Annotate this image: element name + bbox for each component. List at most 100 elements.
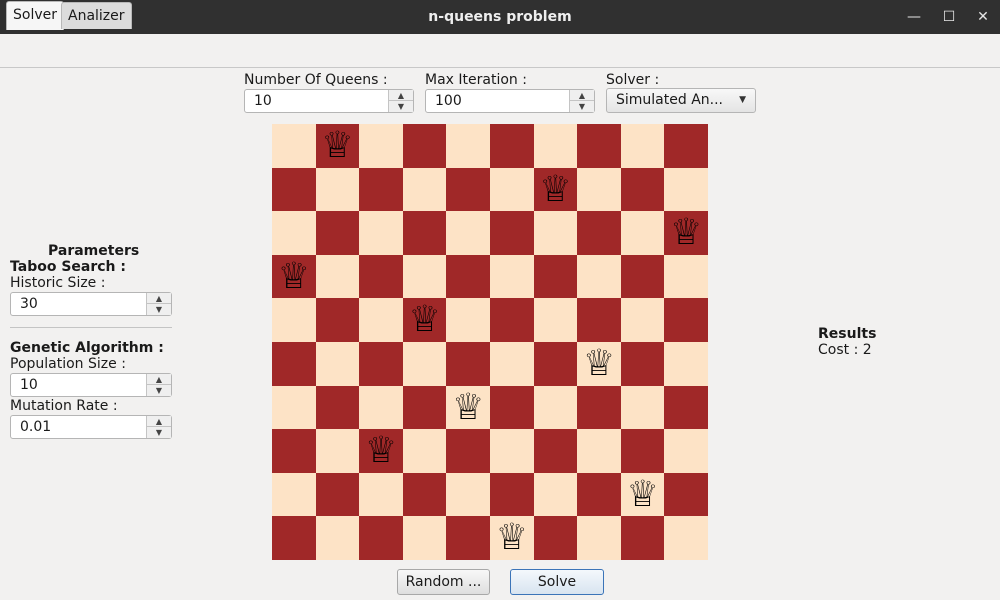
queen-icon: ♕ — [277, 255, 310, 297]
mutation-spinner[interactable]: 0.01 ▲ ▼ — [10, 415, 172, 439]
board-square — [359, 124, 403, 168]
queen-icon: ♕ — [321, 125, 354, 166]
queen-icon: ♕ — [539, 168, 572, 210]
board-square — [620, 516, 665, 560]
board-square — [577, 124, 621, 168]
board-square — [446, 124, 490, 168]
queen-icon: ♕ — [364, 430, 398, 472]
board-square — [533, 298, 578, 342]
board-square — [577, 167, 621, 212]
queens-value[interactable]: 10 — [254, 90, 272, 112]
board-square — [490, 342, 534, 386]
historic-value[interactable]: 30 — [20, 293, 38, 315]
genetic-heading: Genetic Algorithm : — [10, 340, 164, 356]
board-square — [533, 124, 578, 168]
queens-label: Number Of Queens : — [244, 72, 388, 88]
board-square — [446, 429, 490, 473]
solve-button[interactable]: Solve — [510, 569, 604, 595]
spinner-up-icon[interactable]: ▲ — [389, 90, 413, 101]
tab-analizer[interactable]: Analizer — [61, 2, 132, 29]
historic-label: Historic Size : — [10, 275, 106, 291]
divider — [10, 327, 172, 328]
board-square — [577, 429, 621, 473]
board-square — [490, 385, 534, 430]
board-square — [577, 254, 621, 299]
queen-icon: ♕ — [626, 473, 659, 515]
board-square — [402, 429, 447, 473]
board-square — [446, 167, 490, 212]
queens-spinner[interactable]: 10 ▲ ▼ — [244, 89, 414, 113]
board-square — [664, 298, 708, 342]
queen-icon: ♕ — [670, 212, 703, 254]
board-square — [272, 298, 316, 342]
board-square — [359, 254, 403, 299]
population-value[interactable]: 10 — [20, 374, 38, 396]
solver-select[interactable]: Simulated An... ▼ — [606, 88, 756, 113]
maximize-icon[interactable]: ☐ — [940, 8, 958, 26]
board-square — [577, 472, 621, 517]
board-square — [402, 472, 447, 517]
board-square — [315, 254, 360, 299]
spinner-down-icon[interactable]: ▼ — [389, 101, 413, 112]
board-square — [272, 342, 316, 386]
spinner-up-icon[interactable]: ▲ — [147, 293, 171, 304]
board-square — [577, 516, 621, 560]
spinner-down-icon[interactable]: ▼ — [147, 427, 171, 438]
board-square — [272, 124, 316, 168]
board-square — [402, 211, 447, 255]
random-button[interactable]: Random ... — [397, 569, 490, 595]
mutation-value[interactable]: 0.01 — [20, 416, 51, 438]
board-square — [664, 342, 708, 386]
board-square — [490, 429, 534, 473]
minimize-icon[interactable]: — — [905, 8, 923, 26]
spinner-up-icon[interactable]: ▲ — [147, 374, 171, 385]
title-bar: n-queens problem — ☐ ✕ — [0, 0, 1000, 34]
spinner-down-icon[interactable]: ▼ — [147, 304, 171, 315]
queen-icon: ♕ — [408, 299, 441, 341]
board-square — [577, 385, 621, 430]
board-square — [315, 472, 360, 517]
board-square — [402, 254, 447, 299]
board-square — [533, 254, 578, 299]
mutation-label: Mutation Rate : — [10, 398, 118, 414]
board-square — [446, 254, 490, 299]
spinner-up-icon[interactable]: ▲ — [147, 416, 171, 427]
board-square — [402, 167, 447, 212]
board-square — [272, 211, 316, 255]
board-square — [446, 342, 490, 386]
board-square — [315, 385, 360, 430]
board-square — [272, 516, 316, 560]
taboo-heading: Taboo Search : — [10, 259, 126, 275]
board-square — [315, 342, 360, 386]
tab-solver[interactable]: Solver — [6, 1, 64, 30]
board-square — [446, 516, 490, 560]
board-square — [577, 211, 621, 255]
spinner-down-icon[interactable]: ▼ — [570, 101, 594, 112]
board-square — [620, 211, 665, 255]
board-square — [664, 516, 708, 560]
close-icon[interactable]: ✕ — [974, 8, 992, 26]
historic-spinner[interactable]: 30 ▲ ▼ — [10, 292, 172, 316]
spinner-up-icon[interactable]: ▲ — [570, 90, 594, 101]
iteration-value[interactable]: 100 — [435, 90, 462, 112]
iteration-label: Max Iteration : — [425, 72, 527, 88]
board-square — [315, 167, 360, 212]
board-square — [620, 124, 665, 168]
board-square — [315, 429, 360, 473]
board-square — [359, 342, 403, 386]
cost-value: Cost : 2 — [818, 342, 872, 358]
board-square — [620, 298, 665, 342]
board-square — [664, 254, 708, 299]
population-spinner[interactable]: 10 ▲ ▼ — [10, 373, 172, 397]
board-square — [620, 254, 665, 299]
board-square — [359, 516, 403, 560]
board-square — [664, 124, 708, 168]
board-square — [490, 298, 534, 342]
chevron-down-icon: ▼ — [739, 95, 746, 105]
board-square — [315, 516, 360, 560]
iteration-spinner[interactable]: 100 ▲ ▼ — [425, 89, 595, 113]
board-square — [359, 167, 403, 212]
board-square — [490, 472, 534, 517]
window-title: n-queens problem — [428, 9, 572, 25]
spinner-down-icon[interactable]: ▼ — [147, 385, 171, 396]
